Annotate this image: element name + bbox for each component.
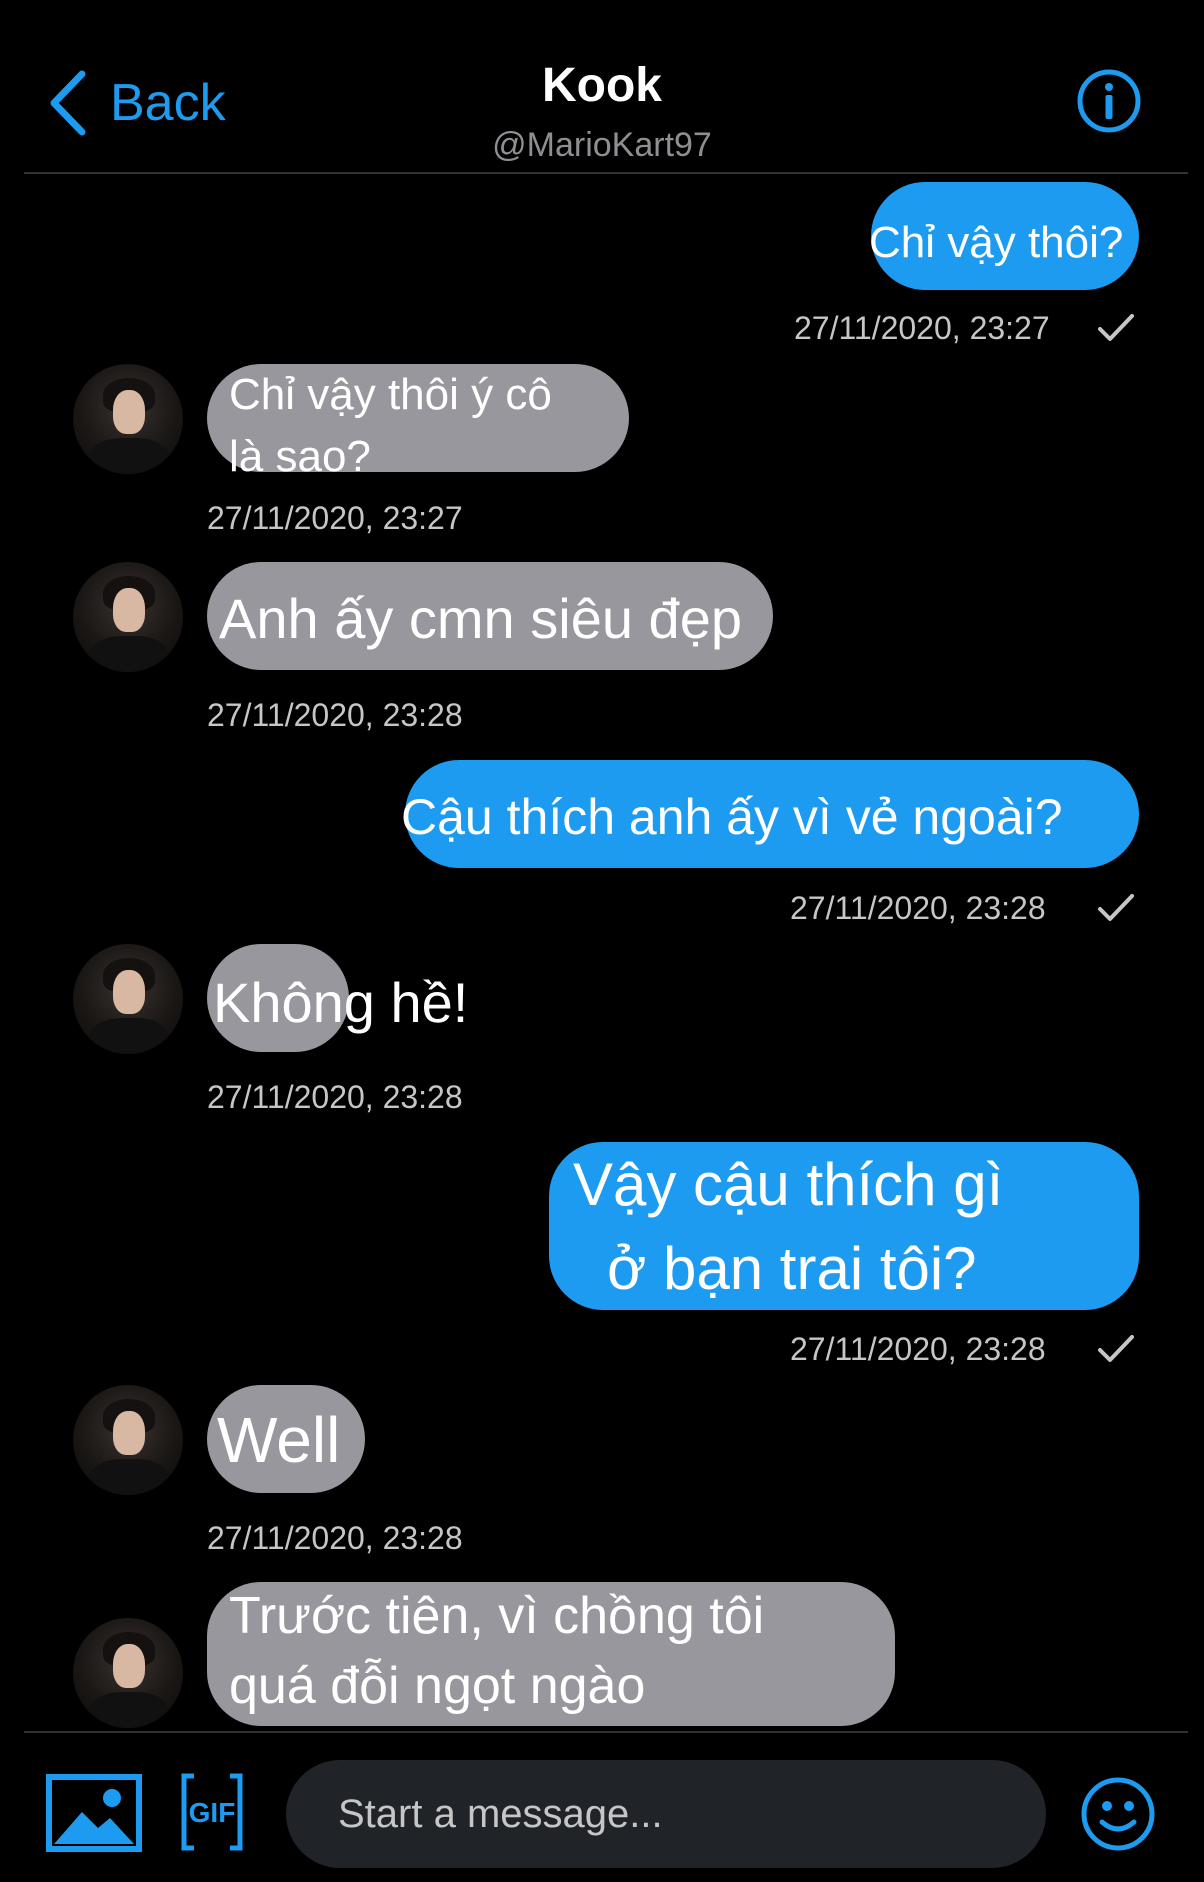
message-text: Cậu thích anh ấy vì vẻ ngoài? [401,789,1063,845]
received-message-bubble[interactable]: Chỉ vậy thôi ý cô là sao? [207,364,629,481]
message-input[interactable] [336,1790,1020,1838]
read-check-icon [1098,894,1134,921]
read-check-icon [1098,1335,1134,1362]
message-timestamp: 27/11/2020, 23:28 [790,1331,1046,1367]
message-timestamp: 27/11/2020, 23:28 [207,1520,463,1556]
contact-avatar[interactable] [73,944,183,1054]
svg-text:GIF: GIF [189,1797,236,1828]
sent-message-bubble[interactable]: Vậy cậu thích gì ở bạn trai tôi? [549,1142,1139,1310]
contact-name: Kook [542,59,662,112]
read-check-icon [1098,314,1134,341]
message-timestamp: 27/11/2020, 23:28 [207,697,463,733]
emoji-icon[interactable] [1080,1776,1156,1852]
message-text: Trước tiên, vì chồng tôi [229,1587,765,1645]
contact-avatar[interactable] [73,562,183,672]
header-divider [24,172,1188,174]
received-message-bubble[interactable]: Không hề! [207,944,468,1052]
message-text: là sao? [229,432,371,481]
message-text: Chỉ vậy thôi? [869,218,1124,267]
contact-avatar[interactable] [73,1618,183,1728]
composer-divider [24,1731,1188,1733]
received-message-bubble[interactable]: Anh ấy cmn siêu đẹp [207,562,773,670]
contact-avatar[interactable] [73,1385,183,1495]
message-timestamp: 27/11/2020, 23:28 [790,890,1046,926]
message-text: Vậy cậu thích gì [573,1151,1004,1218]
sent-message-bubble[interactable]: Chỉ vậy thôi? [869,182,1139,290]
image-icon[interactable] [46,1774,142,1852]
sent-message-bubble[interactable]: Cậu thích anh ấy vì vẻ ngoài? [401,760,1139,868]
received-message-bubble[interactable]: Trước tiên, vì chồng tôi quá đỗi ngọt ng… [207,1582,895,1726]
gif-icon[interactable]: GIF [180,1772,244,1852]
message-input-container[interactable] [286,1760,1046,1868]
info-icon[interactable] [1076,68,1142,134]
message-timestamp: 27/11/2020, 23:27 [207,500,463,536]
message-timestamp: 27/11/2020, 23:27 [794,310,1050,346]
message-text: quá đỗi ngọt ngào [229,1657,646,1715]
message-text: Không hề! [213,971,469,1034]
contact-handle: @MarioKart97 [492,126,712,164]
message-text: ở bạn trai tôi? [607,1235,977,1302]
message-timestamp: 27/11/2020, 23:28 [207,1079,463,1115]
message-text: Anh ấy cmn siêu đẹp [219,587,742,650]
received-message-bubble[interactable]: Well [207,1385,365,1493]
message-text: Chỉ vậy thôi ý cô [229,370,552,419]
message-text: Well [217,1404,341,1476]
contact-avatar[interactable] [73,364,183,474]
